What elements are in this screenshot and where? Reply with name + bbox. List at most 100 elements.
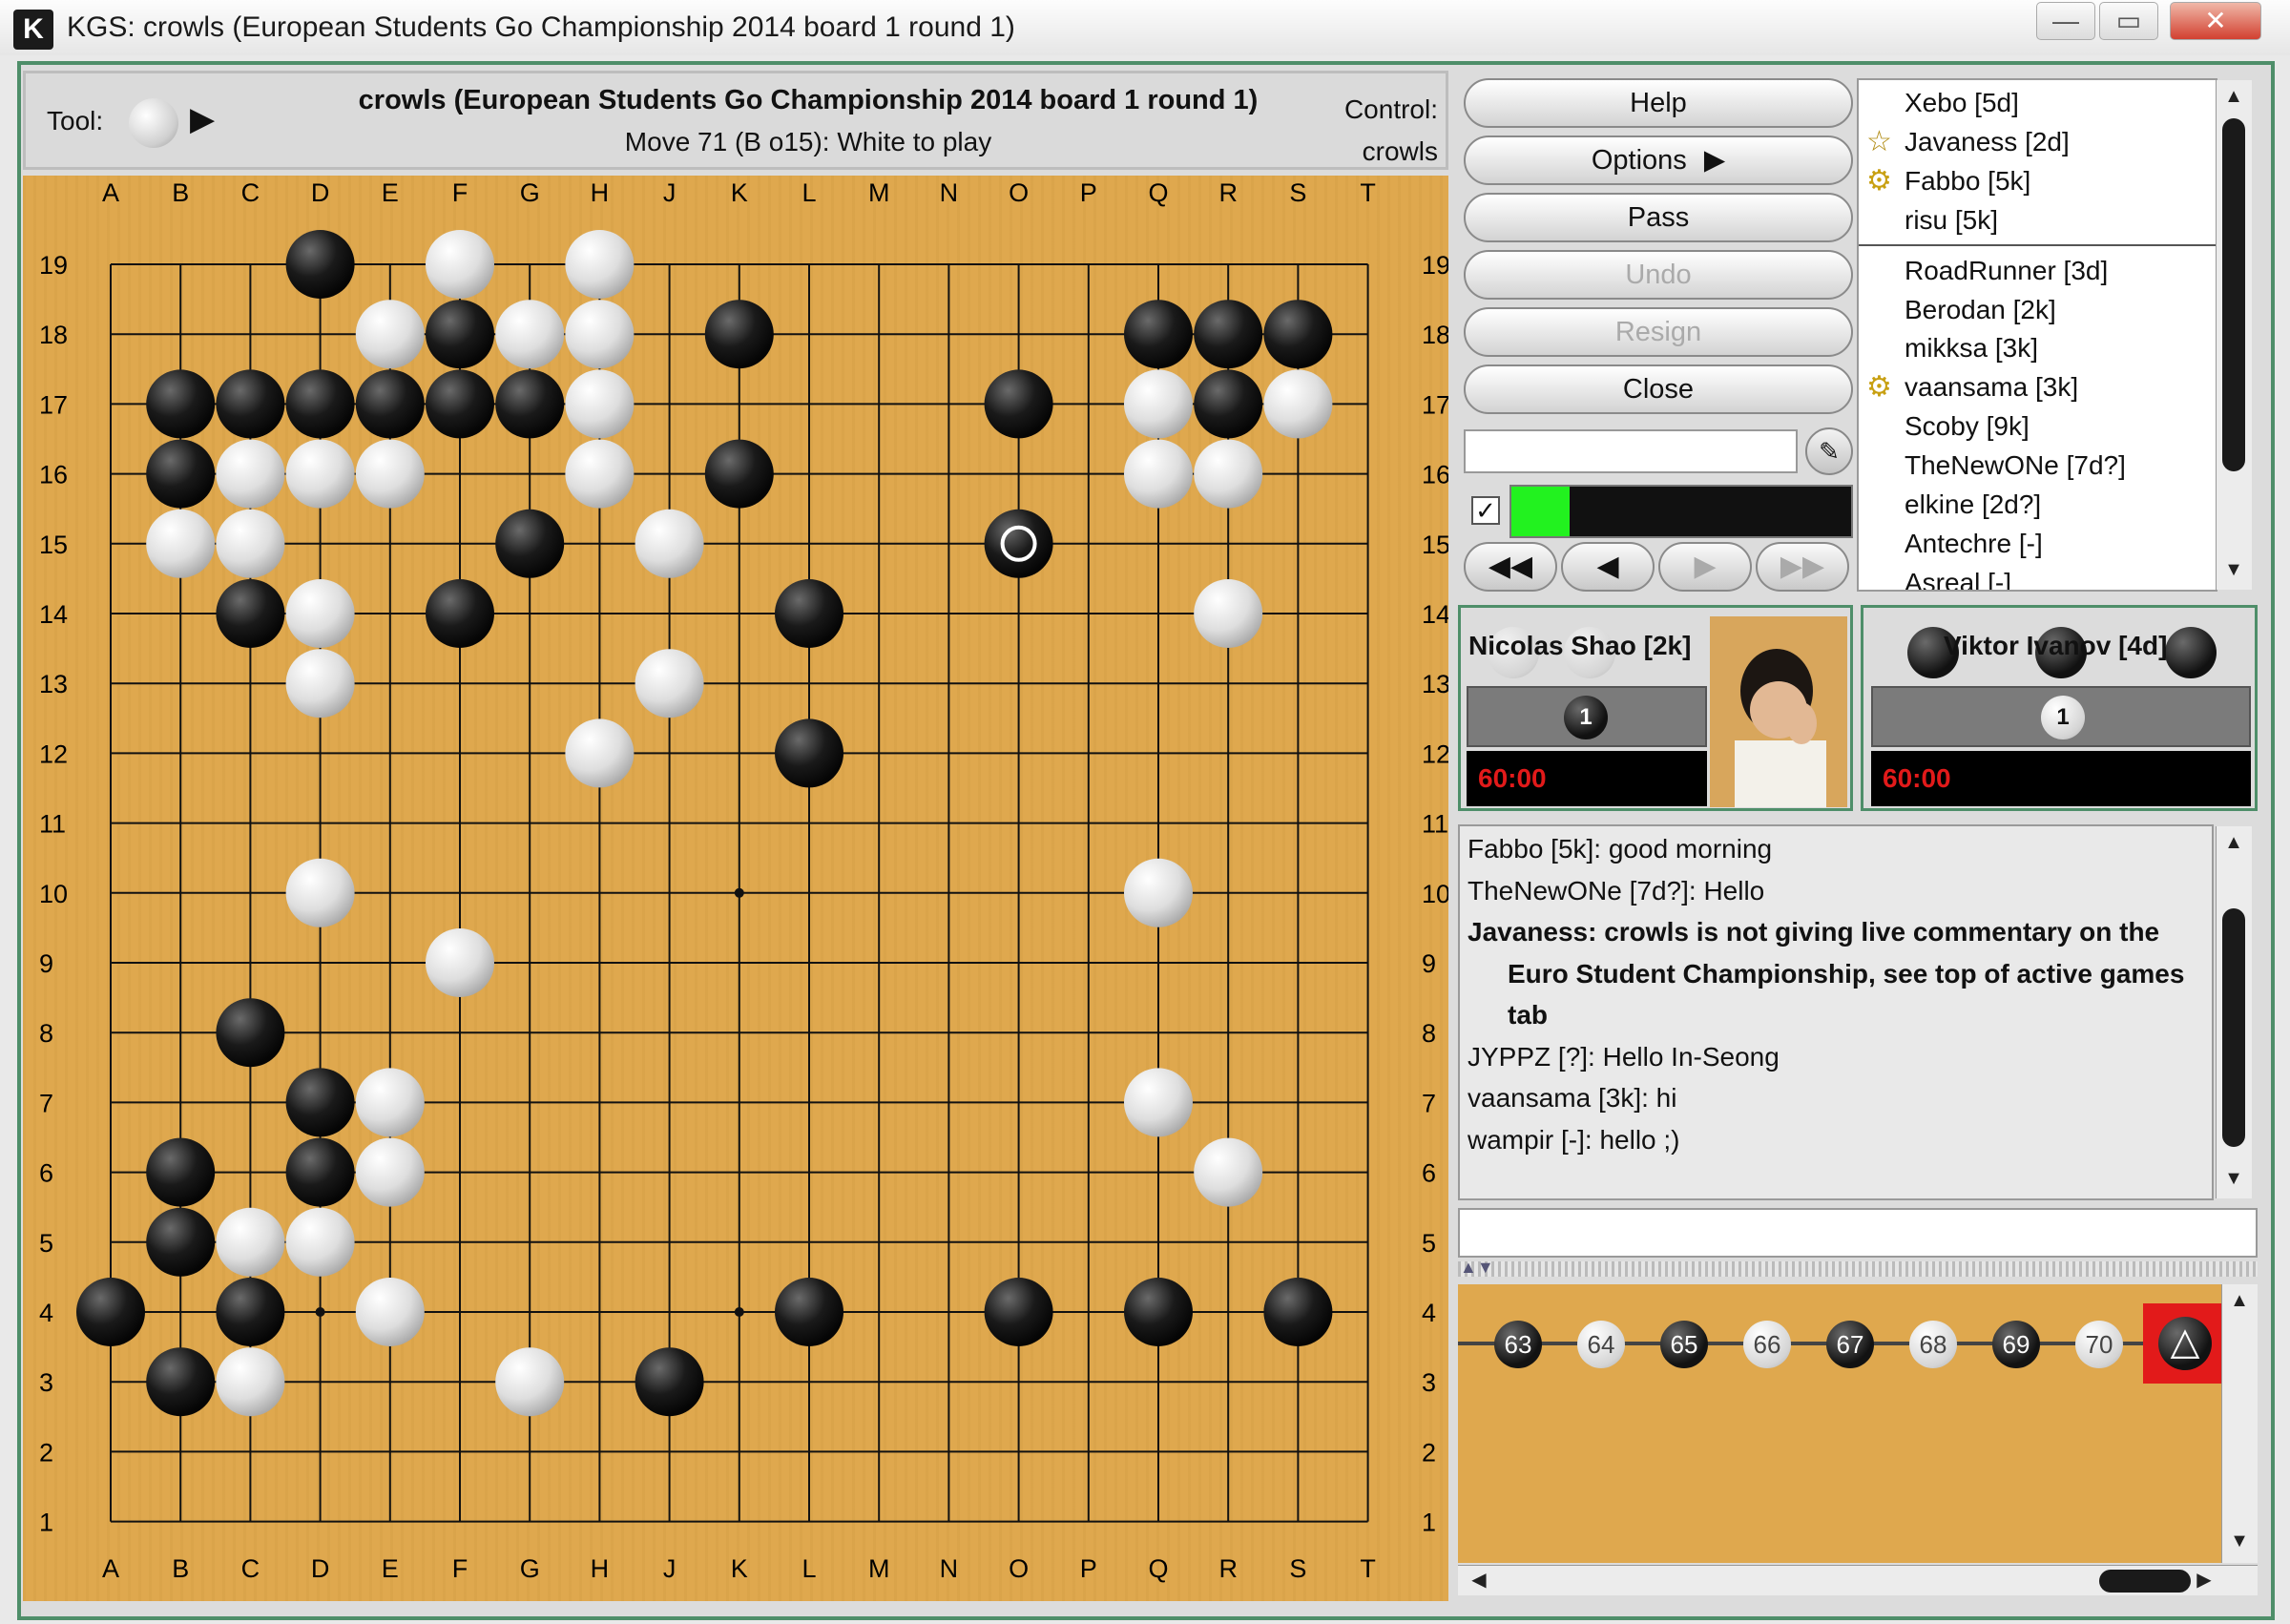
row-label: 15: [1422, 531, 1448, 559]
row-label: 7: [39, 1089, 53, 1117]
edit-icon[interactable]: ✎: [1805, 427, 1853, 475]
user-list-item[interactable]: Asreal [-]: [1859, 566, 2216, 590]
column-label: S: [1289, 1554, 1306, 1583]
user-list-item[interactable]: ⚙ Fabbo [5k]: [1859, 164, 2216, 202]
user-list-item[interactable]: TheNewONe [7d?]: [1859, 448, 2216, 487]
white-stone: [1124, 369, 1193, 439]
user-list[interactable]: Xebo [5d] ☆ Javaness [2d] ⚙ Fabbo [5k] risu […: [1857, 78, 2217, 592]
scroll-thumb[interactable]: [2222, 908, 2245, 1147]
current-move-highlight[interactable]: △: [2143, 1303, 2221, 1384]
move-tree-node[interactable]: 63: [1494, 1321, 1542, 1368]
move-tree-node[interactable]: 66: [1743, 1321, 1791, 1368]
move-tree-horizontal-scrollbar[interactable]: ◀ ▶: [1458, 1565, 2258, 1595]
scroll-thumb[interactable]: [2099, 1570, 2191, 1593]
white-stone: [285, 579, 355, 648]
undo-button[interactable]: Undo: [1464, 250, 1853, 300]
black-captures: 1: [1871, 686, 2251, 747]
user-list-item[interactable]: risu [5k]: [1859, 203, 2216, 241]
user-list-divider: [1859, 244, 2216, 246]
column-label: B: [172, 1554, 189, 1583]
user-list-item[interactable]: RoadRunner [3d]: [1859, 254, 2216, 292]
control-info: Control: crowls: [1344, 89, 1438, 173]
scroll-up-icon[interactable]: ▲: [2218, 82, 2249, 113]
previous-move-button[interactable]: ◀: [1561, 542, 1655, 592]
row-label: 15: [39, 531, 68, 559]
close-window-button[interactable]: ✕: [2170, 2, 2261, 40]
black-stone: [1194, 369, 1263, 439]
go-board[interactable]: A A B B C C D D E E F F G G H H J J K K L L M M N N O O P P Q Q R R S S T T 19…: [23, 176, 1448, 1601]
options-button[interactable]: Options ▶: [1464, 135, 1853, 185]
chat-message: Javaness: crowls is not giving live comm…: [1468, 917, 2160, 947]
kgs-app-icon: K: [13, 10, 53, 50]
black-stone: [285, 230, 355, 299]
user-list-item[interactable]: Antechre [-]: [1859, 527, 2216, 565]
move-tree-vertical-scrollbar[interactable]: ▲ ▼: [2221, 1284, 2258, 1563]
row-label: 1: [1422, 1509, 1436, 1537]
close-game-button[interactable]: Close: [1464, 364, 1853, 414]
scroll-left-icon[interactable]: ◀: [1464, 1566, 1494, 1596]
black-stone: [285, 369, 355, 439]
white-stone: [565, 230, 635, 299]
user-list-item[interactable]: Xebo [5d]: [1859, 86, 2216, 124]
white-player-name[interactable]: Nicolas Shao [2k]: [1468, 631, 1691, 661]
player-avatar: [1710, 616, 1847, 807]
game-input-field[interactable]: [1464, 429, 1798, 473]
move-tree-node[interactable]: 70: [2075, 1321, 2123, 1368]
move-tree-node[interactable]: 65: [1660, 1321, 1708, 1368]
black-stone: [984, 1278, 1053, 1346]
scroll-down-icon[interactable]: ▼: [2224, 1527, 2255, 1557]
maximize-button[interactable]: ▭: [2099, 2, 2158, 40]
chat-scrollbar[interactable]: ▲ ▼: [2216, 826, 2252, 1198]
move-tree-node[interactable]: 67: [1826, 1321, 1874, 1368]
black-stone: [146, 1207, 216, 1277]
scroll-up-icon[interactable]: ▲: [2218, 828, 2249, 859]
white-stone: [565, 300, 635, 369]
row-label: 8: [39, 1019, 53, 1048]
minimize-button[interactable]: —: [2036, 2, 2095, 40]
chat-message: JYPPZ [?]: Hello In-Seong: [1468, 1041, 1780, 1072]
splitter-arrows-icon[interactable]: ▲▼: [1460, 1258, 1494, 1278]
resign-button[interactable]: Resign: [1464, 307, 1853, 357]
move-tree-node[interactable]: 68: [1909, 1321, 1957, 1368]
row-label: 13: [39, 670, 68, 698]
user-list-item[interactable]: elkine [2d?]: [1859, 488, 2216, 526]
black-stone: [426, 579, 494, 648]
white-stone: [355, 300, 425, 369]
column-label: H: [591, 178, 610, 207]
row-label: 17: [39, 390, 68, 419]
white-stone: [1263, 369, 1333, 439]
move-tree-node[interactable]: 64: [1577, 1321, 1625, 1368]
black-stone: [1263, 300, 1333, 369]
user-list-item[interactable]: mikksa [3k]: [1859, 331, 2216, 369]
user-list-item[interactable]: ⚙ vaansama [3k]: [1859, 370, 2216, 408]
move-tree-node[interactable]: 69: [1992, 1321, 2040, 1368]
scroll-thumb[interactable]: [2222, 118, 2245, 471]
scroll-right-icon[interactable]: ▶: [2189, 1566, 2219, 1596]
panel-splitter[interactable]: [1458, 1261, 2258, 1277]
first-move-button[interactable]: ◀◀: [1464, 542, 1557, 592]
chat-message: Euro Student Championship, see top of ac…: [1508, 958, 2185, 989]
next-move-button[interactable]: ▶: [1658, 542, 1752, 592]
user-list-item[interactable]: ☆ Javaness [2d]: [1859, 125, 2216, 163]
user-list-item[interactable]: Scoby [9k]: [1859, 409, 2216, 448]
auto-checkbox[interactable]: ✓: [1471, 496, 1500, 525]
pass-button[interactable]: Pass: [1464, 193, 1853, 242]
go-board-svg[interactable]: AABBCCDDEEFFGGHHJJKKLLMMNNOOPPQQRRSSTT19…: [23, 176, 1448, 1601]
scroll-down-icon[interactable]: ▼: [2218, 1164, 2249, 1195]
scroll-up-icon[interactable]: ▲: [2224, 1286, 2255, 1317]
black-stone: [704, 439, 774, 509]
white-stone: [285, 439, 355, 509]
move-tree[interactable]: 63 64 65 66 67 68 69 70 △: [1458, 1284, 2221, 1563]
last-move-button[interactable]: ▶▶: [1756, 542, 1849, 592]
help-button[interactable]: Help: [1464, 78, 1853, 128]
row-label: 6: [1422, 1159, 1436, 1188]
user-list-item[interactable]: Berodan [2k]: [1859, 293, 2216, 331]
black-player-name[interactable]: Viktor Ivanov [4d]: [1944, 631, 2167, 661]
chat-input[interactable]: [1458, 1208, 2258, 1258]
column-label: E: [382, 178, 399, 207]
scroll-down-icon[interactable]: ▼: [2218, 555, 2249, 586]
row-label: 4: [39, 1299, 53, 1327]
star-point: [734, 887, 744, 898]
user-list-scrollbar[interactable]: ▲ ▼: [2216, 80, 2252, 590]
black-stone: [775, 718, 843, 788]
